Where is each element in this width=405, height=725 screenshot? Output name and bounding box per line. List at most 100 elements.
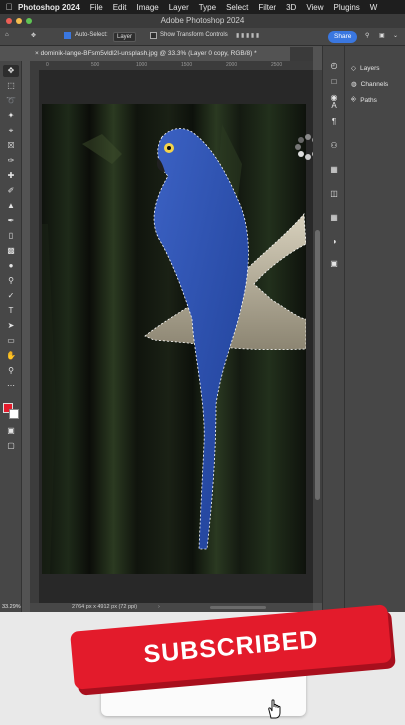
ruler-tick-label: 1000 [136,62,148,68]
menu-view[interactable]: View [306,3,323,12]
type-icon[interactable]: T [3,305,19,317]
subscribed-label: SUBSCRIBED [142,624,320,669]
character-icon[interactable]: A [328,100,340,112]
document-tab[interactable]: × dominik-lange-BFsm5vldl2I-unsplash.jpg… [30,47,290,61]
ruler-tick-label: 0 [46,62,49,68]
move-icon[interactable]: ✥ [3,65,19,77]
move-tool-icon[interactable]: ✥ [31,32,36,39]
home-icon[interactable]: ⌂ [5,32,9,38]
quick-mask-icon[interactable]: ▣ [3,425,19,437]
paths-panel-tab[interactable]: ⎆ Paths [351,93,377,107]
menu-select[interactable]: Select [226,3,248,12]
healing-icon[interactable]: ✚ [3,170,19,182]
more-tools-icon[interactable]: ⋯ [3,380,19,392]
paths-label: Paths [360,96,377,104]
lasso-icon[interactable]: ➰ [3,95,19,107]
eyedropper-icon[interactable]: ✑ [3,155,19,167]
3d-icon[interactable]: ⚇ [328,140,340,152]
panels-column: ◇ Layers ◍ Channels ⎆ Paths [344,46,405,612]
ruler-tick-label: 2500 [271,62,283,68]
app-menu[interactable]: Photoshop 2024 [18,3,80,12]
shape-icon[interactable]: ▭ [3,335,19,347]
title-bar: Adobe Photoshop 2024 [0,14,405,28]
zoom-window-button[interactable] [26,18,32,24]
menu-window[interactable]: W [370,3,378,12]
hand-icon[interactable]: ✋ [3,350,19,362]
grid-icon[interactable]: ▦ [328,164,340,176]
menu-edit[interactable]: Edit [113,3,127,12]
share-button[interactable]: Share [328,31,358,43]
window-title: Adobe Photoshop 2024 [160,16,245,25]
close-window-button[interactable] [6,18,12,24]
hand-pointer-icon [264,698,286,725]
status-chevron-icon[interactable]: › [158,603,160,612]
apple-icon[interactable]:  [0,2,18,12]
transform-controls-checkbox[interactable] [150,32,159,39]
screen-mode-icon[interactable]: ▢ [3,440,19,452]
tools-panel: ✥ ⬚ ➰ ✦ ⌖ ☒ ✑ ✚ ✐ ▲ ✒ ▯ ▩ ● ⚲ ✓ T ➤ ▭ ✋ … [0,61,22,612]
pen-icon[interactable]: ✓ [3,290,19,302]
gradient-icon[interactable]: ▩ [3,245,19,257]
zoom-level[interactable]: 33.29% [2,603,21,612]
comments-icon[interactable]: □ [328,76,340,88]
menu-image[interactable]: Image [136,3,158,12]
magic-wand-icon[interactable]: ✦ [3,110,19,122]
menu-file[interactable]: File [90,3,103,12]
history-brush-icon[interactable]: ✒ [3,215,19,227]
color-icon[interactable]: ◑ [328,236,340,248]
document-info[interactable]: 2764 px x 4912 px (72 ppi) [72,603,137,612]
horizontal-ruler: 0 500 1000 1500 2000 2500 [30,61,313,70]
paragraph-icon[interactable]: ¶ [328,116,340,128]
ruler-tick-label: 1500 [181,62,193,68]
channels-label: Channels [360,80,389,88]
panel-icon-strip: ◴ □ ◉ A ¶ ⚇ ▦ ◫ ▦ ◑ ▣ [322,46,344,612]
menu-bar:  Photoshop 2024 File Edit Image Layer T… [0,0,405,14]
paths-icon: ⎆ [351,96,357,103]
marquee-icon[interactable]: ⬚ [3,80,19,92]
auto-select-dropdown[interactable]: Layer [113,32,137,42]
vertical-scroll-thumb[interactable] [315,230,320,500]
vertical-ruler [30,70,39,603]
window-controls [6,18,32,24]
menu-filter[interactable]: Filter [258,3,276,12]
swatches-icon[interactable]: ▦ [328,212,340,224]
ruler-tick-label: 2000 [226,62,238,68]
transform-controls-label: Show Transform Controls [160,32,228,38]
background-color-swatch[interactable] [9,409,19,419]
workspace-icon[interactable]: ▣ [379,32,385,39]
workspace-chevron-icon[interactable]: ⌄ [393,32,398,39]
adjustments-icon[interactable]: ◫ [328,188,340,200]
align-icons[interactable]: ▮ ▮ ▮ ▮ ▮ [236,32,259,39]
zoom-icon[interactable]: ⚲ [3,365,19,377]
minimize-window-button[interactable] [16,18,22,24]
frame-icon[interactable]: ☒ [3,140,19,152]
eraser-icon[interactable]: ▯ [3,230,19,242]
status-bar: 33.29% 2764 px x 4912 px (72 ppi) › [2,603,313,612]
auto-select-checkbox[interactable] [64,32,73,39]
menu-type[interactable]: Type [199,3,216,12]
search-icon[interactable]: ⚲ [365,32,369,39]
dodge-icon[interactable]: ⚲ [3,275,19,287]
menu-plugins[interactable]: Plugins [334,3,360,12]
vertical-scrollbar[interactable] [313,70,322,603]
layers-icon: ◇ [351,65,356,72]
channels-icon: ◍ [351,81,357,88]
blur-icon[interactable]: ● [3,260,19,272]
history-icon[interactable]: ◴ [328,60,340,72]
path-selection-icon[interactable]: ➤ [3,320,19,332]
document-tab-label: dominik-lange-BFsm5vldl2I-unsplash.jpg @… [40,50,257,57]
crop-icon[interactable]: ⌖ [3,125,19,137]
menu-3d[interactable]: 3D [286,3,296,12]
options-bar: ⌂ ✥ Auto-Select: Layer Show Transform Co… [0,28,405,46]
document-tabs: × dominik-lange-BFsm5vldl2I-unsplash.jpg… [30,47,313,61]
layers-panel-tab[interactable]: ◇ Layers [351,61,380,75]
brush-icon[interactable]: ✐ [3,185,19,197]
menu-layer[interactable]: Layer [169,3,189,12]
document-image[interactable] [42,104,306,574]
channels-panel-tab[interactable]: ◍ Channels [351,77,388,91]
clone-stamp-icon[interactable]: ▲ [3,200,19,212]
photoshop-window:  Photoshop 2024 File Edit Image Layer T… [0,0,405,612]
horizontal-scroll-thumb[interactable] [210,606,266,609]
image-icon[interactable]: ▣ [328,258,340,270]
layers-label: Layers [360,64,380,72]
